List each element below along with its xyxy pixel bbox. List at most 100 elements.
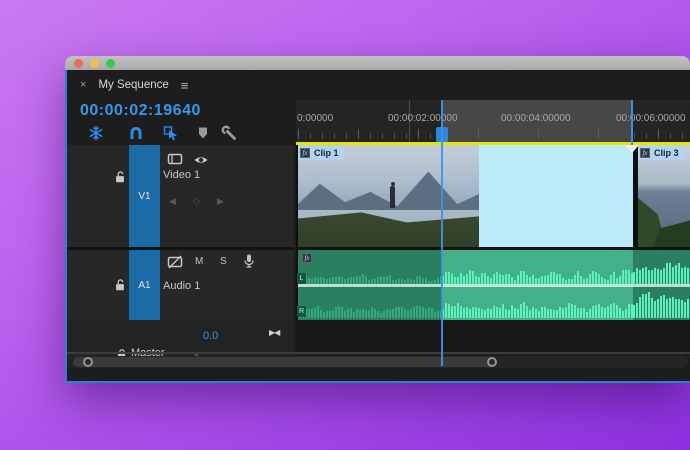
solo-button[interactable]: S (220, 256, 227, 267)
waveform-bar (538, 311, 540, 318)
waveform-bar (487, 308, 489, 318)
right-channel-tag: R (297, 306, 306, 317)
add-marker-icon[interactable] (195, 125, 211, 141)
waveform-bar (428, 307, 430, 318)
ruler-tick (406, 133, 407, 139)
nest-sequences-icon[interactable] (88, 125, 104, 141)
waveform-bar (472, 271, 474, 284)
waveform-bar (484, 310, 486, 318)
waveform-bar (625, 309, 627, 318)
waveform-bar (431, 308, 433, 318)
waveform-bar (559, 307, 561, 318)
waveform-bar (493, 306, 495, 318)
waveform-bar (380, 276, 382, 284)
sync-lock-off-icon[interactable] (167, 254, 183, 270)
waveform-bar (404, 309, 406, 318)
clip-2-selected[interactable] (479, 145, 633, 247)
close-window-button[interactable] (74, 58, 83, 68)
waveform-bar (520, 271, 522, 284)
waveform-bar (610, 304, 612, 318)
timeline-settings-wrench-icon[interactable] (221, 125, 237, 141)
zoom-window-button[interactable] (106, 58, 115, 68)
scrollbar-zoom-handle-left[interactable] (83, 357, 93, 367)
waveform-bar (642, 268, 644, 284)
waveform-bar (377, 311, 379, 318)
waveform-bar (353, 312, 355, 318)
ruler-tick (526, 133, 527, 139)
ruler-tick (418, 129, 419, 139)
waveform-bar (359, 276, 361, 284)
waveform-bar (451, 306, 453, 318)
waveform-bar (505, 274, 507, 284)
waveform-bar (580, 308, 582, 318)
panel-menu-icon[interactable]: ≡ (181, 78, 189, 93)
waveform-bar (574, 275, 576, 284)
out-point-notch-icon[interactable] (625, 145, 639, 153)
next-keyframe-icon[interactable]: ▶ (217, 196, 224, 207)
minimize-window-button[interactable] (90, 58, 99, 68)
waveform-bar (562, 308, 564, 318)
audio-source-patch-a1[interactable]: A1 (129, 250, 160, 320)
waveform-bar (419, 276, 421, 284)
clip-3[interactable]: fx Clip 3 (638, 145, 690, 247)
waveform-bar (475, 307, 477, 318)
waveform-bar (669, 298, 671, 318)
scrollbar-thumb[interactable] (73, 357, 497, 367)
waveform-bar (332, 277, 334, 284)
track-output-eye-icon[interactable] (193, 152, 209, 168)
waveform-bar (350, 277, 352, 284)
waveform-bar (329, 311, 331, 318)
mute-button[interactable]: M (195, 256, 203, 267)
waveform-bar (335, 277, 337, 284)
waveform-bar (553, 272, 555, 284)
scrollbar-zoom-handle-right[interactable] (487, 357, 497, 367)
waveform-bar (514, 308, 516, 318)
playhead-timecode[interactable]: 00:00:02:19640 (80, 102, 201, 120)
out-point-line[interactable] (631, 100, 633, 145)
waveform-bar (648, 270, 650, 284)
video-track-lock-icon[interactable] (113, 170, 127, 184)
master-volume-value[interactable]: 0.0 (203, 330, 218, 342)
ruler-tick (682, 133, 683, 139)
tab-my-sequence[interactable]: My Sequence (98, 79, 168, 91)
waveform-bar (365, 310, 367, 318)
ruler-tick (490, 133, 491, 139)
waveform-bar (556, 310, 558, 318)
snap-icon[interactable] (128, 125, 144, 141)
waveform-bar (508, 274, 510, 284)
waveform-bar (317, 306, 319, 318)
prev-keyframe-icon[interactable]: ◀ (169, 196, 176, 207)
macos-titlebar (65, 56, 690, 70)
linked-selection-icon[interactable] (163, 125, 179, 141)
waveform-bar (598, 304, 600, 318)
waveform-bar (687, 268, 689, 284)
ruler-tick (586, 133, 587, 139)
waveform-bar (308, 309, 310, 318)
waveform-bar (544, 307, 546, 318)
video-source-patch-v1[interactable]: V1 (129, 145, 160, 247)
waveform-bar (613, 272, 615, 284)
pan-keyframe-icon[interactable]: ▶◀ (269, 328, 280, 337)
playhead-line[interactable] (441, 100, 443, 366)
waveform-bar (454, 277, 456, 284)
clip-1[interactable]: fx Clip 1 (298, 145, 479, 247)
waveform-bar (678, 263, 680, 284)
panel-close-icon[interactable]: × (80, 79, 86, 91)
ruler-tick (634, 133, 635, 139)
add-keyframe-icon[interactable]: ◇ (193, 196, 200, 207)
voiceover-mic-icon[interactable] (241, 253, 257, 269)
sync-lock-icon[interactable] (167, 151, 183, 167)
waveform-bar (577, 271, 579, 284)
ruler-tick (622, 133, 623, 139)
audio-track-lock-icon[interactable] (113, 278, 127, 292)
waveform-bar (651, 298, 653, 318)
fx-badge-icon: fx (302, 253, 312, 263)
waveform-bar (392, 309, 394, 318)
waveform-bar (460, 273, 462, 284)
timeline-ruler[interactable]: 0:00000 00:00:02:00000 00:00:04:00000 00:00… (296, 100, 690, 145)
waveform-bar (413, 307, 415, 318)
waveform-bar (657, 269, 659, 284)
waveform-bar (645, 267, 647, 284)
waveform-bar (589, 309, 591, 318)
horizontal-scrollbar[interactable] (71, 356, 688, 368)
